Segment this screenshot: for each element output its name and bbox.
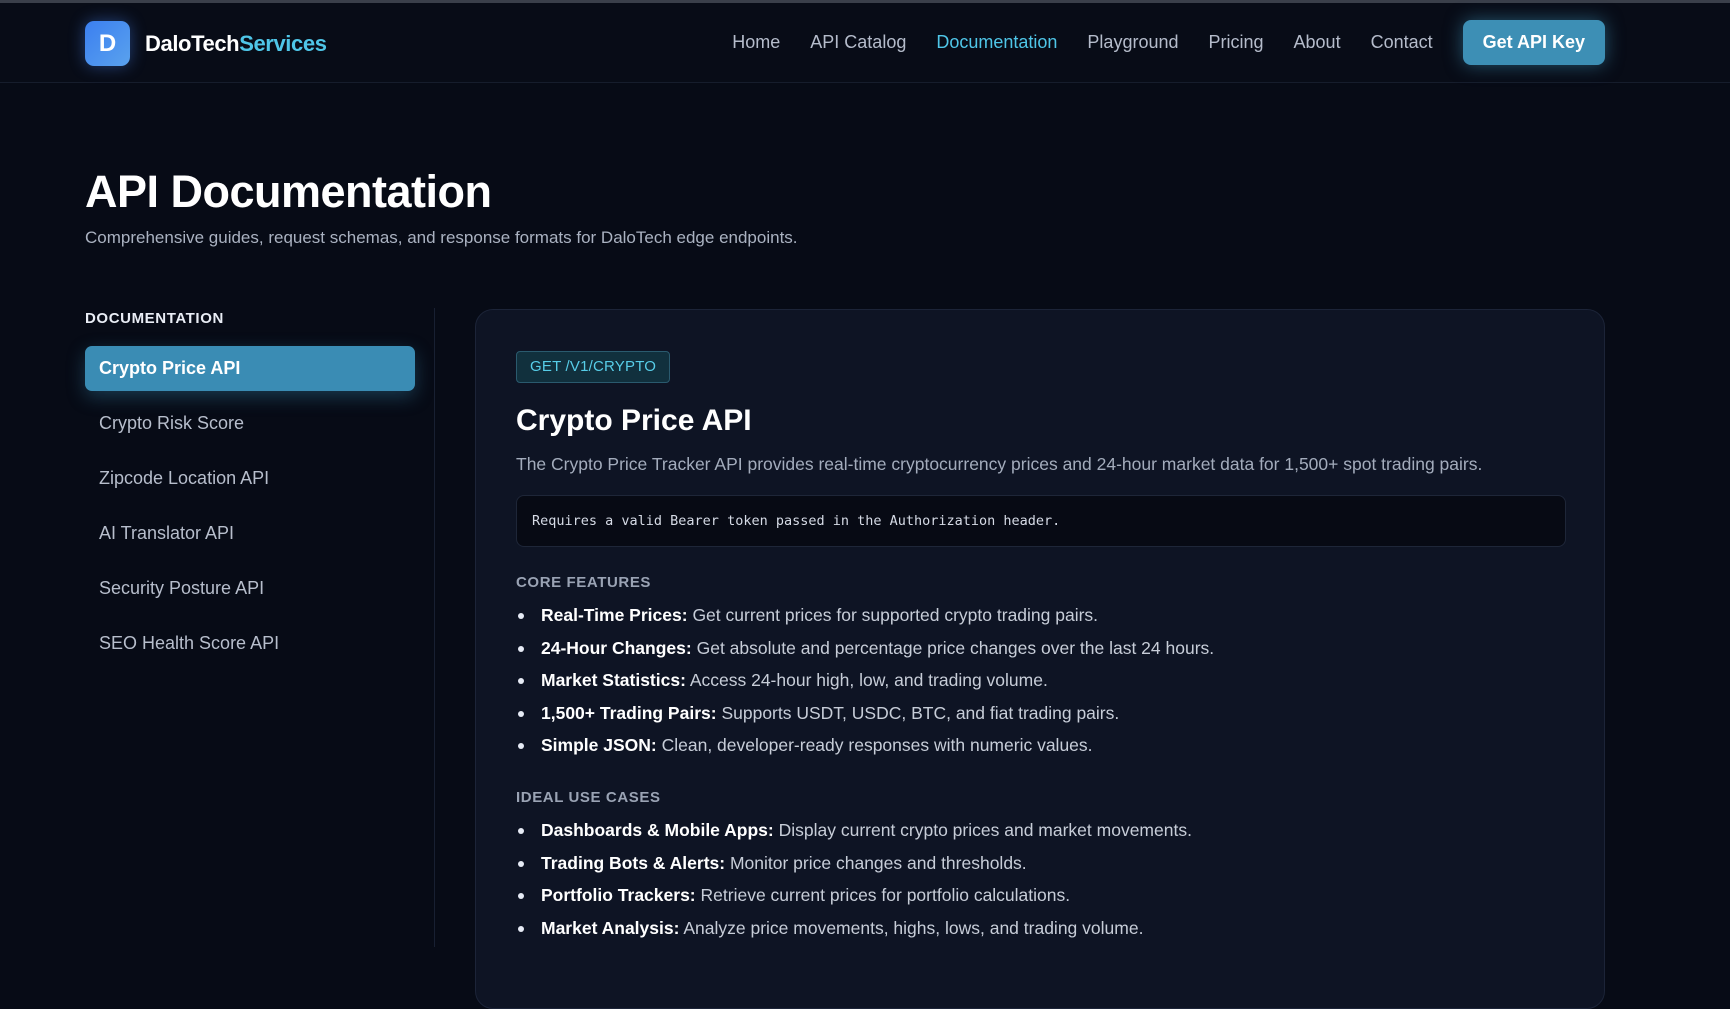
sidebar-divider — [434, 308, 435, 947]
sidebar-item-crypto-risk-score[interactable]: Crypto Risk Score — [85, 401, 415, 446]
get-api-key-button[interactable]: Get API Key — [1462, 20, 1605, 65]
nav-pricing[interactable]: Pricing — [1209, 32, 1264, 53]
docs-sidebar: DOCUMENTATION Crypto Price API Crypto Ri… — [85, 310, 415, 676]
nav-about[interactable]: About — [1294, 32, 1341, 53]
list-item: Market Statistics: Access 24-hour high, … — [516, 664, 1566, 697]
auth-code-block: Requires a valid Bearer token passed in … — [516, 495, 1566, 547]
feature-text: Get absolute and percentage price change… — [696, 637, 1215, 658]
nav-playground[interactable]: Playground — [1087, 32, 1178, 53]
list-item: Portfolio Trackers: Retrieve current pri… — [516, 879, 1566, 912]
list-item: Real-Time Prices: Get current prices for… — [516, 599, 1566, 632]
list-item: Simple JSON: Clean, developer-ready resp… — [516, 729, 1566, 762]
feature-term: Simple JSON: — [541, 735, 657, 755]
brand-name-primary: DaloTech — [145, 30, 240, 56]
list-item: 1,500+ Trading Pairs: Supports USDT, USD… — [516, 697, 1566, 730]
core-features-heading: CORE FEATURES — [516, 574, 652, 591]
use-cases-heading: IDEAL USE CASES — [516, 789, 661, 806]
doc-description: The Crypto Price Tracker API provides re… — [516, 454, 1483, 474]
usecase-term: Portfolio Trackers: — [541, 885, 696, 905]
nav-contact[interactable]: Contact — [1371, 32, 1433, 53]
usecase-text: Analyze price movements, highs, lows, an… — [683, 917, 1144, 938]
usecase-term: Dashboards & Mobile Apps: — [541, 820, 774, 840]
endpoint-badge: GET /V1/CRYPTO — [516, 351, 671, 383]
use-cases-list: Dashboards & Mobile Apps: Display curren… — [516, 814, 1566, 944]
feature-term: Real-Time Prices: — [541, 605, 688, 625]
list-item: Trading Bots & Alerts: Monitor price cha… — [516, 847, 1566, 880]
doc-title: Crypto Price API — [516, 404, 752, 437]
logo-mark-icon: D — [85, 21, 130, 66]
sidebar-item-crypto-price-api[interactable]: Crypto Price API — [85, 346, 415, 391]
usecase-term: Trading Bots & Alerts: — [541, 852, 726, 873]
usecase-text: Monitor price changes and thresholds. — [729, 852, 1027, 873]
logo-text: DaloTechServices — [145, 31, 327, 57]
core-features-list: Real-Time Prices: Get current prices for… — [516, 599, 1566, 762]
sidebar-item-security-posture-api[interactable]: Security Posture API — [85, 566, 415, 611]
doc-card: GET /V1/CRYPTO Crypto Price API The Cryp… — [475, 309, 1605, 1009]
sidebar-item-zipcode-location-api[interactable]: Zipcode Location API — [85, 456, 415, 501]
usecase-text: Retrieve current prices for portfolio ca… — [700, 885, 1071, 905]
usecase-text: Display current crypto prices and market… — [778, 820, 1192, 840]
feature-text: Clean, developer-ready responses with nu… — [661, 735, 1093, 755]
brand-name-secondary: Services — [239, 30, 327, 56]
sidebar-title: DOCUMENTATION — [85, 310, 224, 327]
nav-home[interactable]: Home — [732, 32, 780, 53]
nav-documentation[interactable]: Documentation — [936, 32, 1057, 53]
list-item: 24-Hour Changes: Get absolute and percen… — [516, 632, 1566, 665]
list-item: Dashboards & Mobile Apps: Display curren… — [516, 814, 1566, 847]
feature-term: Market Statistics: — [541, 670, 686, 690]
site-header: D DaloTechServices Home API Catalog Docu… — [0, 3, 1730, 83]
logo[interactable]: D DaloTechServices — [85, 21, 327, 66]
page-subtitle: Comprehensive guides, request schemas, a… — [85, 228, 798, 247]
nav-api-catalog[interactable]: API Catalog — [810, 32, 906, 53]
feature-term: 24-Hour Changes: — [541, 637, 692, 658]
feature-text: Get current prices for supported crypto … — [692, 605, 1099, 625]
usecase-term: Market Analysis: — [541, 917, 680, 938]
page-title: API Documentation — [85, 166, 492, 217]
list-item: Market Analysis: Analyze price movements… — [516, 912, 1566, 945]
feature-term: 1,500+ Trading Pairs: — [541, 702, 717, 723]
feature-text: Supports USDT, USDC, BTC, and fiat tradi… — [721, 702, 1120, 723]
main-nav: Home API Catalog Documentation Playgroun… — [702, 20, 1605, 65]
feature-text: Access 24-hour high, low, and trading vo… — [689, 670, 1048, 690]
sidebar-item-seo-health-score-api[interactable]: SEO Health Score API — [85, 621, 415, 666]
sidebar-item-ai-translator-api[interactable]: AI Translator API — [85, 511, 415, 556]
